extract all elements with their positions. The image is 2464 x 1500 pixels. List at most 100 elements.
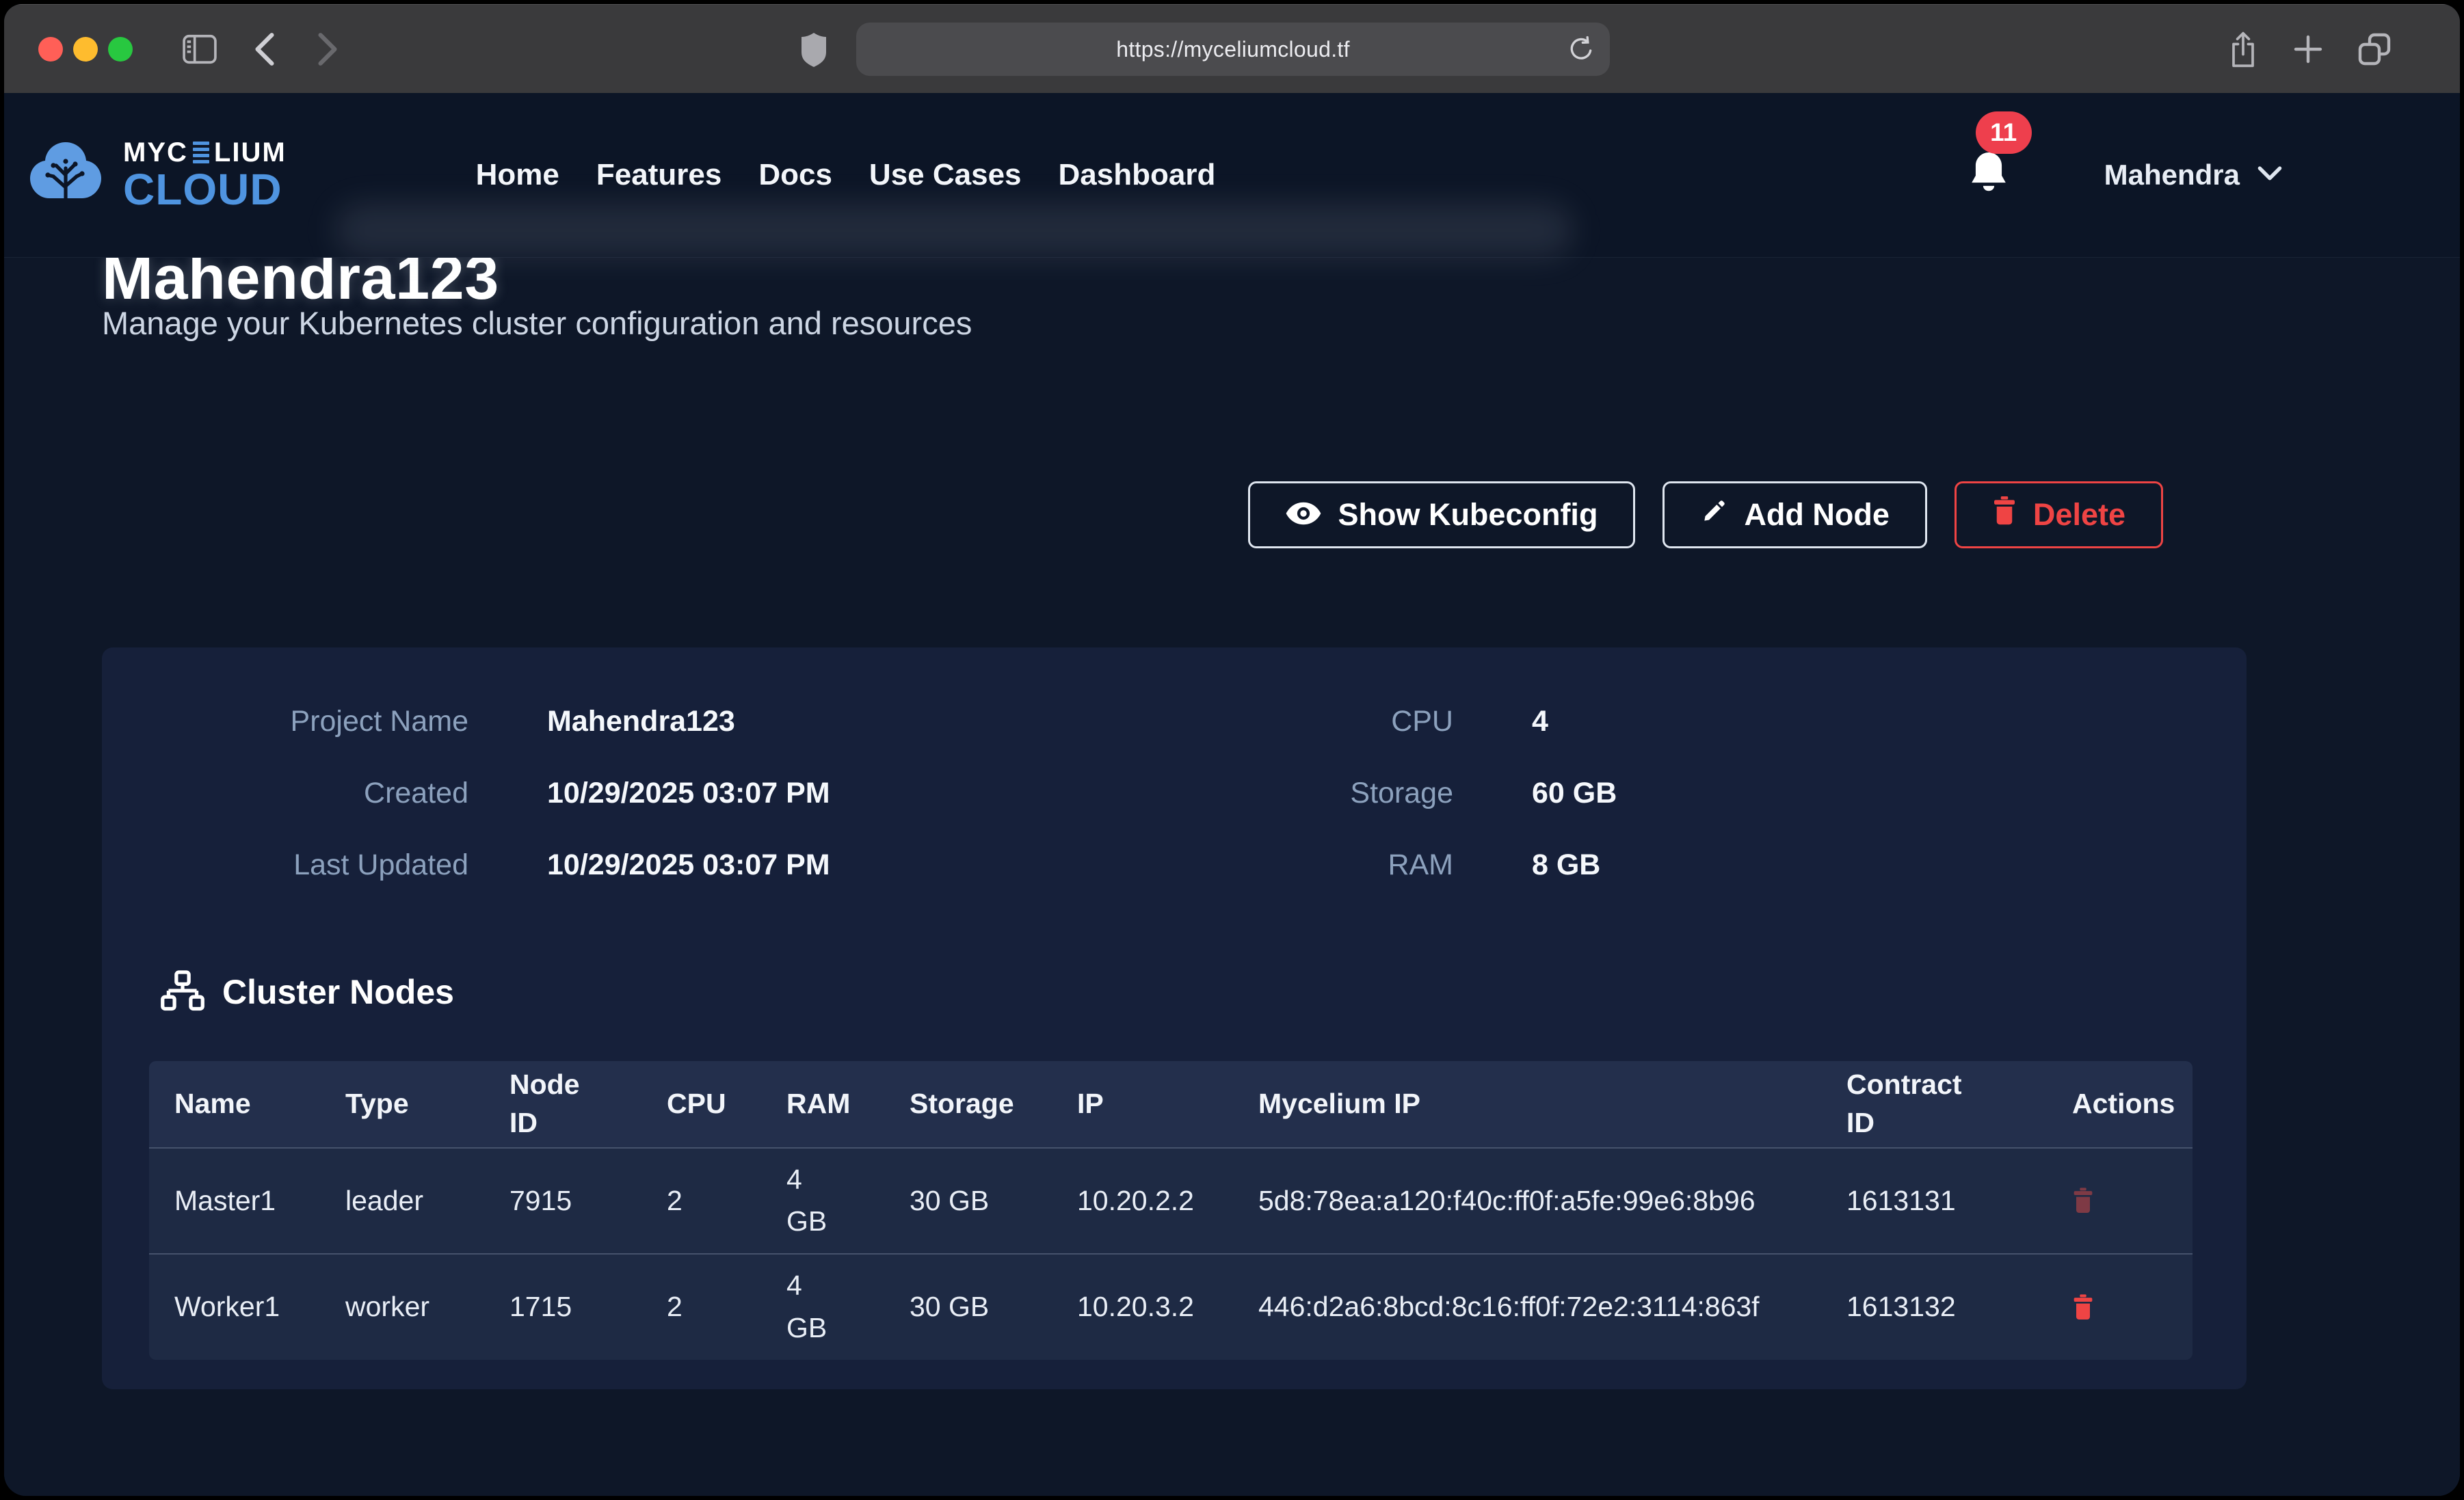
storage-value: 60 GB [1453,775,2247,811]
created-label: Created [102,775,468,811]
table-row: Master1 leader 7915 2 4 GB 30 GB 10.20.2… [149,1148,2193,1254]
page-content: Mahendra123 Manage your Kubernetes clust… [4,93,2460,1389]
notifications-button[interactable]: 11 [1969,152,2009,198]
delete-node-button[interactable] [2072,1187,2094,1214]
cluster-actions-toolbar: Show Kubeconfig Add Node [102,481,2247,548]
col-name: Name [149,1061,320,1148]
col-type: Type [320,1061,484,1148]
brand-text-pre: MYC [123,139,188,166]
project-name-value: Mahendra123 [468,704,1084,739]
minimize-window-button[interactable] [73,37,98,62]
address-bar[interactable]: https://myceliumcloud.tf [856,23,1610,76]
site-navbar: MYC LIUM CLOUD Home Features Docs Use Ca… [4,93,2460,258]
user-menu[interactable]: Mahendra [2104,159,2282,191]
cell-type: leader [320,1148,484,1254]
cell-storage: 30 GB [884,1148,1052,1254]
brand-e-bars-icon [193,142,209,163]
cell-contract-id: 1613131 [1821,1148,2047,1254]
storage-label: Storage [1084,775,1453,811]
cluster-nodes-title: Cluster Nodes [222,972,454,1012]
cell-cpu: 2 [641,1148,761,1254]
nav-links: Home Features Docs Use Cases Dashboard [476,158,1216,192]
table-header-row: Name Type Node ID CPU RAM Storage IP Myc… [149,1061,2193,1148]
col-ip: IP [1052,1061,1233,1148]
brand-logo[interactable]: MYC LIUM CLOUD [27,139,287,211]
browser-chrome: https://myceliumcloud.tf [4,4,2460,93]
created-value: 10/29/2025 03:07 PM [468,775,1084,811]
project-info-grid: Project Name Mahendra123 CPU 4 Created 1… [102,704,2247,883]
cell-actions [2047,1254,2193,1360]
cell-ram: 4 GB [761,1254,884,1360]
cell-ip: 10.20.2.2 [1052,1148,1233,1254]
col-storage: Storage [884,1061,1052,1148]
close-window-button[interactable] [38,37,63,62]
new-tab-icon[interactable] [2292,33,2324,66]
bell-icon [1969,186,2009,198]
last-updated-label: Last Updated [102,847,468,883]
trash-icon [1992,496,2017,533]
eye-icon [1286,497,1321,533]
nav-link-home[interactable]: Home [476,158,559,192]
brand-text-post: LIUM [214,139,287,166]
col-contract-id: Contract ID [1821,1061,2047,1148]
show-kubeconfig-button[interactable]: Show Kubeconfig [1248,481,1635,548]
cell-ip: 10.20.3.2 [1052,1254,1233,1360]
chevron-down-icon [2257,165,2282,185]
nodes-table: Name Type Node ID CPU RAM Storage IP Myc… [149,1061,2193,1360]
delete-cluster-button[interactable]: Delete [1955,481,2163,548]
notification-count-badge: 11 [1976,111,2032,154]
brand-wordmark: MYC LIUM CLOUD [123,139,287,211]
cell-mycelium-ip: 5d8:78ea:a120:f40c:ff0f:a5fe:99e6:8b96 [1233,1148,1821,1254]
nav-link-features[interactable]: Features [596,158,721,192]
share-icon[interactable] [2227,30,2259,68]
sitemap-icon [161,970,204,1015]
add-node-button[interactable]: Add Node [1662,481,1926,548]
cloud-logo-icon [27,141,104,210]
cell-ram: 4 GB [761,1148,884,1254]
col-node-id: Node ID [484,1061,641,1148]
nav-link-dashboard[interactable]: Dashboard [1059,158,1216,192]
forward-button-icon[interactable] [316,31,339,67]
last-updated-value: 10/29/2025 03:07 PM [468,847,1084,883]
sidebar-toggle-icon[interactable] [182,34,217,64]
back-button-icon[interactable] [253,31,276,67]
traffic-lights [38,37,133,62]
nav-link-use-cases[interactable]: Use Cases [869,158,1022,192]
url-text: https://myceliumcloud.tf [1116,37,1350,62]
browser-window: https://myceliumcloud.tf [4,4,2460,1496]
cell-node-id: 7915 [484,1148,641,1254]
cpu-label: CPU [1084,704,1453,739]
tab-overview-icon[interactable] [2357,32,2392,66]
cpu-value: 4 [1453,704,2247,739]
pencil-icon [1700,497,1727,533]
cell-cpu: 2 [641,1254,761,1360]
brand-text-sub: CLOUD [123,168,287,211]
cell-mycelium-ip: 446:d2a6:8bcd:8c16:ff0f:72e2:3114:863f [1233,1254,1821,1360]
table-row: Worker1 worker 1715 2 4 GB 30 GB 10.20.3… [149,1254,2193,1360]
cell-actions [2047,1148,2193,1254]
user-name: Mahendra [2104,159,2240,191]
cell-storage: 30 GB [884,1254,1052,1360]
show-kubeconfig-label: Show Kubeconfig [1338,497,1598,533]
page-viewport: MYC LIUM CLOUD Home Features Docs Use Ca… [4,93,2460,1496]
ram-value: 8 GB [1453,847,2247,883]
delete-node-button[interactable] [2072,1294,2094,1321]
col-actions: Actions [2047,1061,2193,1148]
col-cpu: CPU [641,1061,761,1148]
cluster-details-card: Project Name Mahendra123 CPU 4 Created 1… [102,647,2247,1389]
ram-label: RAM [1084,847,1453,883]
navbar-blur-smear [335,204,1573,257]
project-name-label: Project Name [102,704,468,739]
cluster-nodes-header: Cluster Nodes [161,970,2247,1015]
privacy-shield-icon[interactable] [800,33,827,67]
cell-name: Worker1 [149,1254,320,1360]
zoom-window-button[interactable] [108,37,133,62]
reload-icon[interactable] [1567,36,1595,63]
delete-label: Delete [2033,497,2125,533]
cell-name: Master1 [149,1148,320,1254]
col-mycelium-ip: Mycelium IP [1233,1061,1821,1148]
cell-node-id: 1715 [484,1254,641,1360]
nav-link-docs[interactable]: Docs [758,158,832,192]
add-node-label: Add Node [1744,497,1889,533]
cell-type: worker [320,1254,484,1360]
